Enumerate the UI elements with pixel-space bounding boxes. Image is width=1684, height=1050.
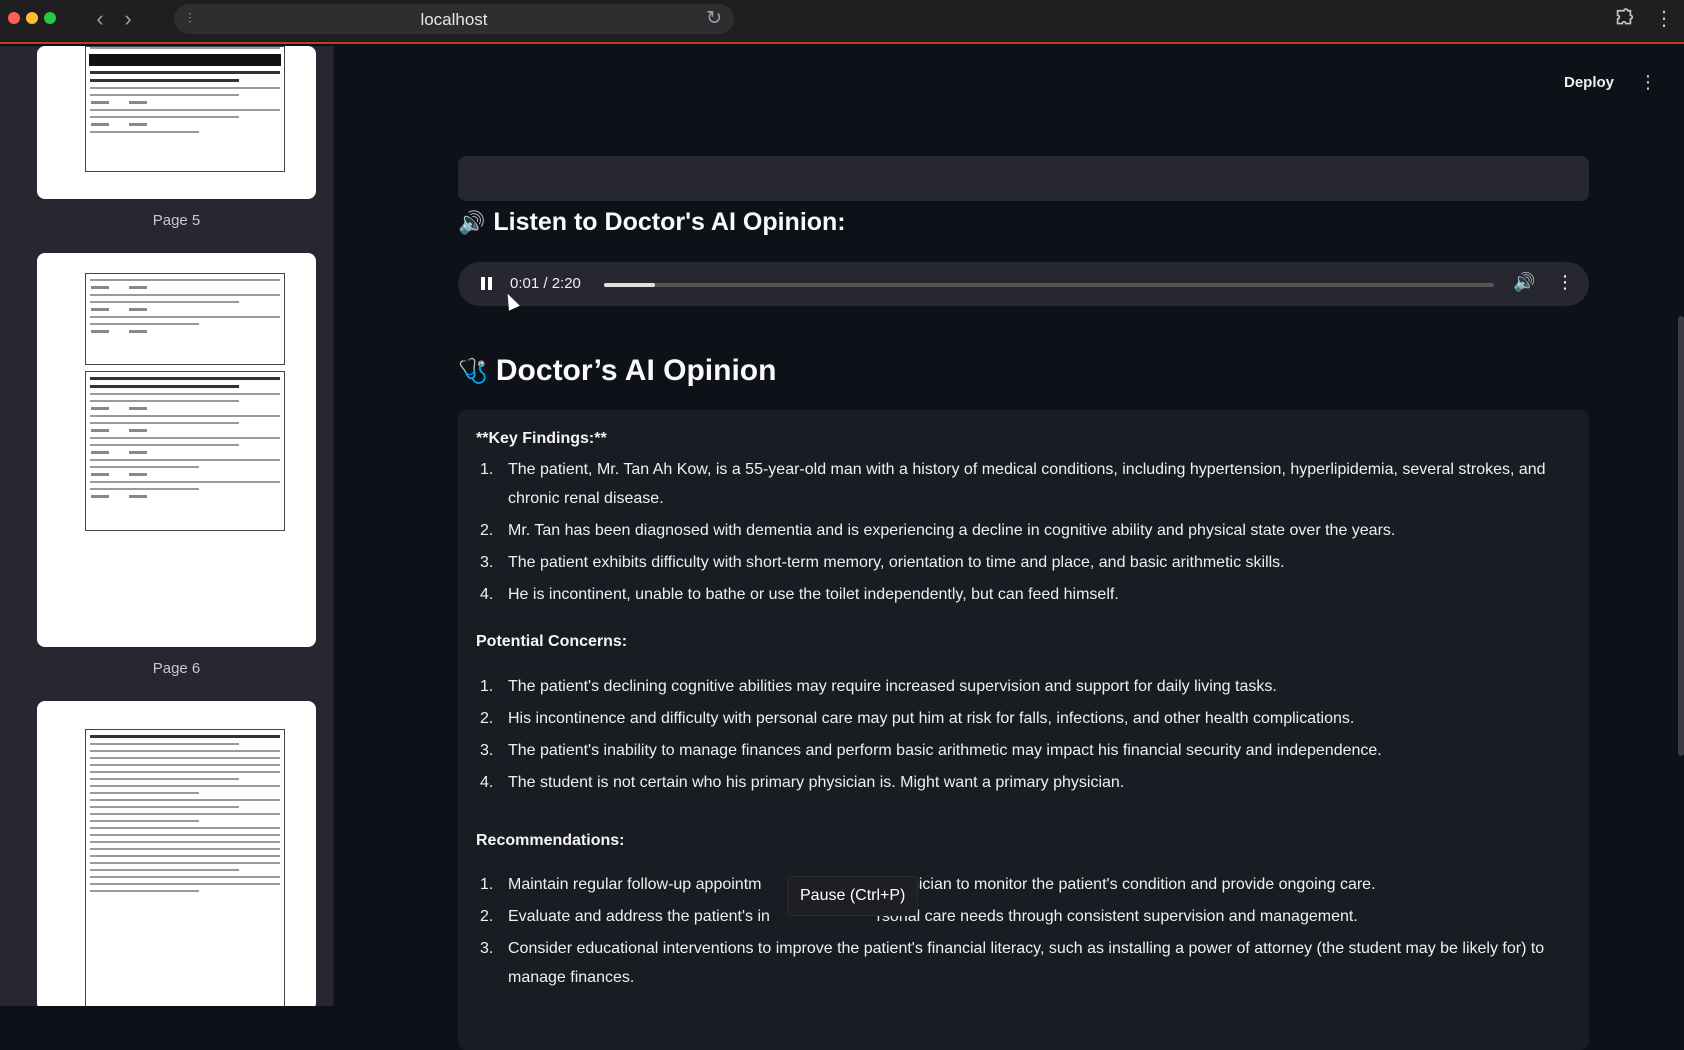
list-item: 1. The patient's declining cognitive abil… [480, 678, 1277, 695]
document-preview [85, 371, 285, 531]
key-findings-title: **Key Findings:** [476, 430, 607, 447]
minimize-window-button[interactable] [26, 12, 38, 24]
time-display: 0:01 / 2:20 [510, 275, 581, 292]
page-thumbnail[interactable] [37, 701, 316, 1006]
page-label: Page 6 [152, 660, 201, 677]
sidebar[interactable]: Page 5 Page 6 [0, 46, 334, 1006]
url-text: localhost [420, 10, 488, 29]
more-options-icon[interactable]: ⋮ [1556, 272, 1574, 293]
page-thumbnail[interactable] [37, 253, 316, 647]
list-item: 3. The patient exhibits difficulty with s… [480, 554, 1285, 571]
list-item: 4. The student is not certain who his pri… [480, 774, 1125, 791]
browser-menu-icon[interactable]: ⋮ [1654, 6, 1674, 32]
progress-fill [604, 283, 655, 287]
list-item: 1. Maintain regular follow-up appointm y … [480, 876, 1376, 893]
list-item: 2. Evaluate and address the patient's in … [480, 908, 1358, 925]
progress-track[interactable] [604, 283, 1494, 287]
document-preview [85, 46, 285, 172]
list-item: 3. The patient's inability to manage fina… [480, 742, 1382, 759]
list-item: 1. The patient, Mr. Tan Ah Kow, is a 55-y… [480, 461, 1546, 507]
address-bar[interactable]: ⫶ localhost ↻ [174, 4, 734, 34]
key-findings-list: 1. The patient, Mr. Tan Ah Kow, is a 55-y… [476, 455, 1576, 612]
extensions-puzzle-icon[interactable] [1612, 8, 1636, 32]
list-item: 2. Mr. Tan has been diagnosed with dement… [480, 522, 1396, 539]
audio-player[interactable]: 0:01 / 2:20 🔊 ⋮ [458, 262, 1589, 306]
opinion-heading-text: Doctor’s AI Opinion [495, 354, 777, 387]
deploy-button[interactable]: Deploy [1564, 74, 1614, 91]
reload-icon[interactable]: ↻ [706, 7, 722, 30]
listen-heading: 🔊 Listen to Doctor's AI Opinion: [458, 208, 846, 237]
recommendations-title: Recommendations: [476, 832, 625, 849]
app-menu-icon[interactable]: ⋮ [1639, 72, 1657, 93]
opinion-box: **Key Findings:** 1. The patient, Mr. Tan… [458, 410, 1589, 1050]
concerns-title: Potential Concerns: [476, 633, 628, 650]
speaker-icon: 🔊 [458, 209, 486, 235]
pause-button[interactable] [478, 274, 496, 294]
empty-container [458, 156, 1589, 201]
browser-toolbar: ‹ › ⫶ localhost ↻ ⋮ [0, 0, 1684, 44]
scrollbar[interactable] [1678, 316, 1684, 756]
volume-icon[interactable]: 🔊 [1513, 272, 1535, 293]
close-window-button[interactable] [8, 12, 20, 24]
maximize-window-button[interactable] [44, 12, 56, 24]
document-preview [85, 729, 285, 1006]
listen-heading-text: Listen to Doctor's AI Opinion: [493, 208, 846, 236]
page-thumbnail[interactable] [37, 46, 316, 199]
page-label: Page 5 [152, 212, 201, 229]
stethoscope-icon: 🩺 [458, 357, 488, 385]
concerns-list: 1. The patient's declining cognitive abil… [476, 672, 1576, 800]
back-arrow-icon[interactable]: ‹ [88, 6, 112, 32]
document-preview [85, 273, 285, 365]
opinion-heading: 🩺 Doctor’s AI Opinion [458, 354, 776, 388]
forward-arrow-icon[interactable]: › [116, 6, 140, 32]
list-item: 3. Consider educational interventions to … [480, 940, 1545, 986]
recommendations-list: 1. Maintain regular follow-up appointm y … [476, 870, 1576, 995]
list-item: 4. He is incontinent, unable to bathe or … [480, 586, 1119, 603]
list-item: 2. His incontinence and difficulty with p… [480, 710, 1355, 727]
pause-tooltip: Pause (Ctrl+P) [787, 876, 919, 916]
main-content: Deploy ⋮ 🔊 Listen to Doctor's AI Opinion… [369, 46, 1684, 1050]
